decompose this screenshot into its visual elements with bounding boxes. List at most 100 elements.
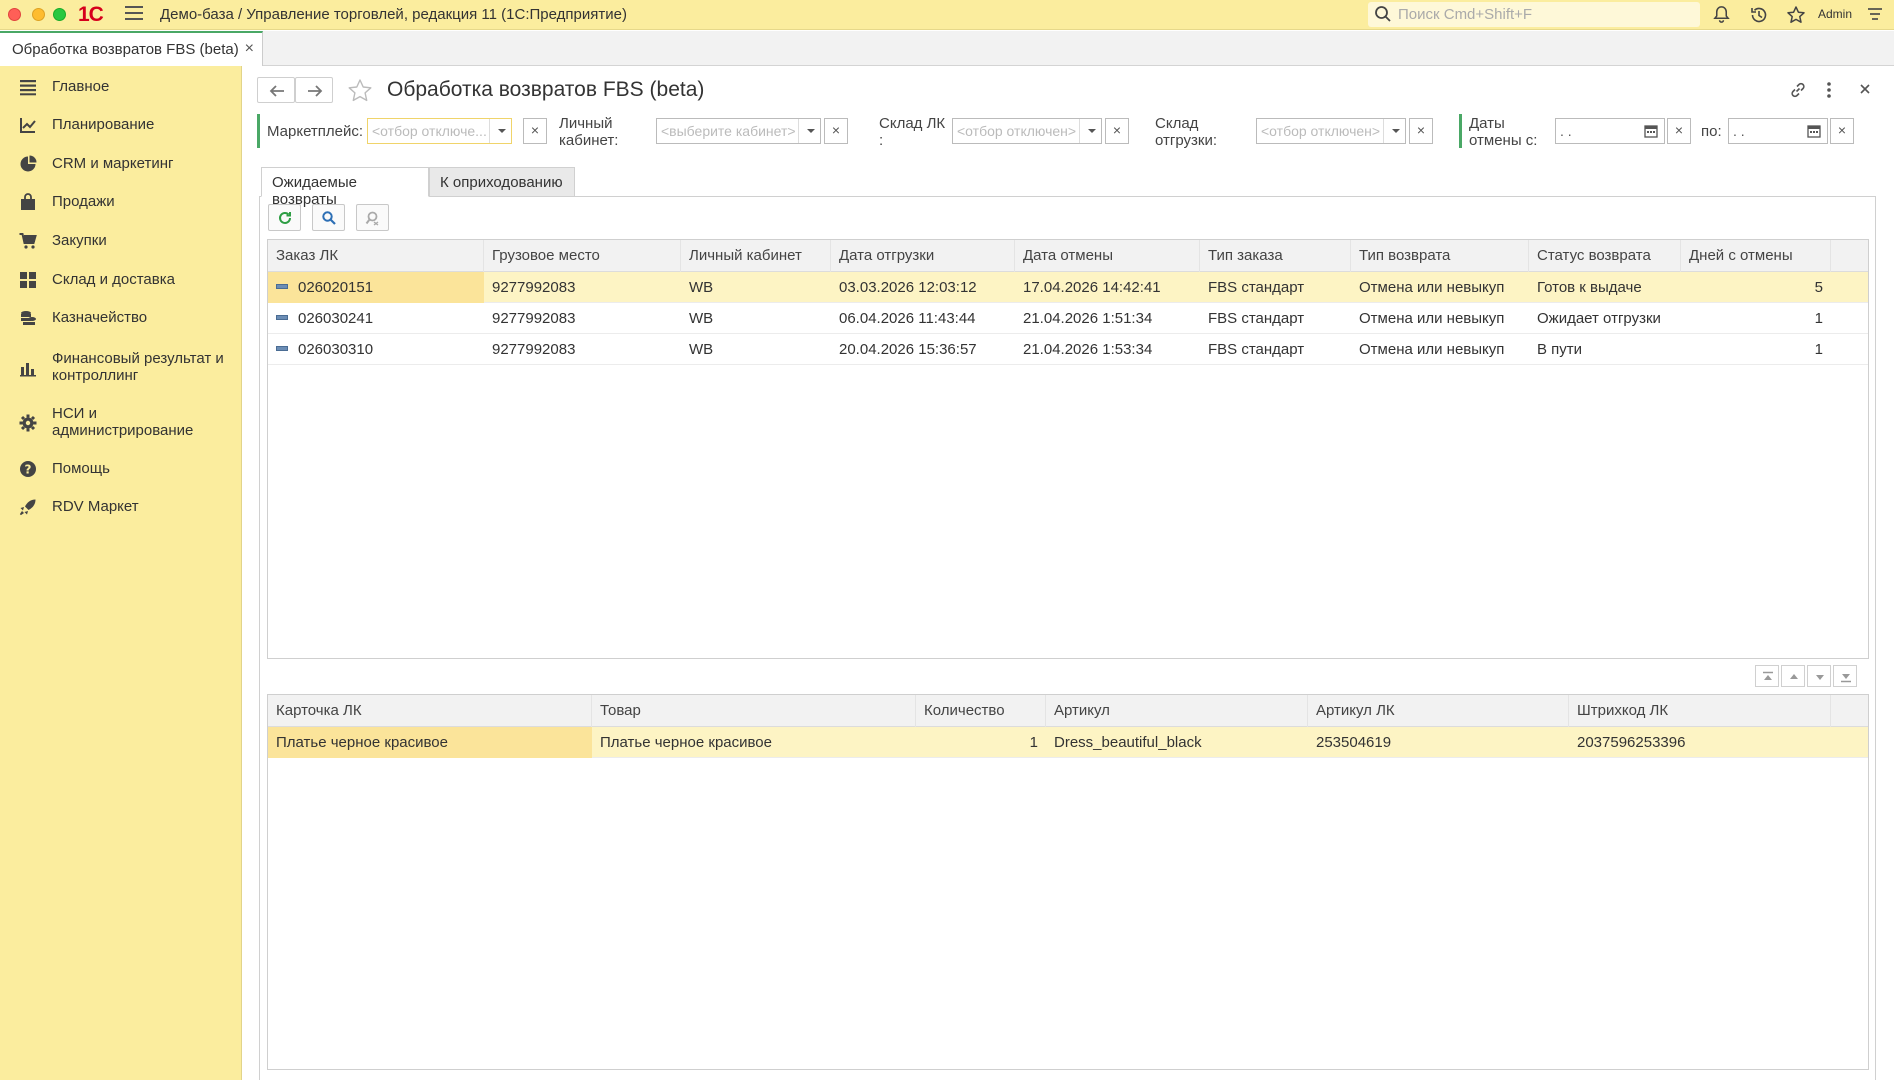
sidebar-item-sales[interactable]: Продажи: [0, 193, 242, 217]
ship-date-cell[interactable]: 06.04.2026 11:43:44: [831, 303, 1015, 334]
chevron-down-icon[interactable]: [489, 119, 511, 143]
sku-lk-cell[interactable]: 253504619: [1308, 727, 1569, 758]
cancel-date-cell[interactable]: 21.04.2026 1:51:34: [1015, 303, 1200, 334]
date-to-input[interactable]: . .: [1728, 118, 1828, 144]
sidebar-item-treasury[interactable]: Казначейство: [0, 309, 242, 333]
date-from-input[interactable]: . .: [1555, 118, 1665, 144]
cabinet-filter-input[interactable]: <выберите кабинет>: [656, 118, 821, 144]
add-to-favorites-star-icon[interactable]: [347, 78, 373, 104]
sidebar-item-admin[interactable]: НСИ и администрирование: [0, 405, 242, 445]
table-row[interactable]: Платье черное красивое Платье черное кра…: [268, 727, 1868, 758]
history-icon[interactable]: [1749, 5, 1769, 25]
column-header[interactable]: Товар: [592, 695, 916, 727]
order-type-cell[interactable]: FBS стандарт: [1200, 334, 1351, 365]
cargo-cell[interactable]: 9277992083: [484, 334, 681, 365]
minimize-window-icon[interactable]: [32, 8, 45, 21]
chevron-down-icon[interactable]: [798, 119, 820, 143]
sidebar-item-help[interactable]: ? Помощь: [0, 460, 242, 484]
close-tab-icon[interactable]: ×: [245, 40, 254, 58]
column-header[interactable]: Дата отгрузки: [831, 240, 1015, 272]
clear-warehouse-ship-button[interactable]: ×: [1409, 118, 1433, 144]
more-actions-icon[interactable]: [1825, 80, 1833, 100]
open-tab-returns[interactable]: Обработка возвратов FBS (beta) ×: [0, 31, 263, 67]
scroll-to-top-button[interactable]: [1755, 665, 1779, 687]
link-icon[interactable]: [1788, 80, 1808, 100]
quantity-cell[interactable]: 1: [916, 727, 1046, 758]
cargo-cell[interactable]: 9277992083: [484, 303, 681, 334]
barcode-cell[interactable]: 2037596253396: [1569, 727, 1831, 758]
sidebar-item-planning[interactable]: Планирование: [0, 116, 242, 140]
cabinet-cell[interactable]: WB: [681, 303, 831, 334]
column-header[interactable]: Количество: [916, 695, 1046, 727]
column-header[interactable]: Статус возврата: [1529, 240, 1681, 272]
cancel-date-cell[interactable]: 21.04.2026 1:53:34: [1015, 334, 1200, 365]
favorites-star-icon[interactable]: [1786, 5, 1806, 25]
column-header[interactable]: Тип заказа: [1200, 240, 1351, 272]
return-type-cell[interactable]: Отмена или невыкуп: [1351, 334, 1529, 365]
calendar-icon[interactable]: [1644, 124, 1658, 138]
sku-cell[interactable]: Dress_beautiful_black: [1046, 727, 1308, 758]
column-header[interactable]: Артикул: [1046, 695, 1308, 727]
ship-date-cell[interactable]: 20.04.2026 15:36:57: [831, 334, 1015, 365]
column-header[interactable]: Карточка ЛК: [268, 695, 592, 727]
scroll-to-bottom-button[interactable]: [1833, 665, 1857, 687]
tab-to-receive[interactable]: К оприходованию: [429, 167, 575, 197]
clear-warehouse-lk-button[interactable]: ×: [1105, 118, 1129, 144]
sidebar-item-purchases[interactable]: Закупки: [0, 232, 242, 256]
sidebar-item-warehouse[interactable]: Склад и доставка: [0, 271, 242, 295]
order-type-cell[interactable]: FBS стандарт: [1200, 303, 1351, 334]
table-row[interactable]: 026030241 9277992083 WB 06.04.2026 11:43…: [268, 303, 1868, 334]
table-row[interactable]: 026030310 9277992083 WB 20.04.2026 15:36…: [268, 334, 1868, 365]
warehouse-ship-filter-input[interactable]: <отбор отключен>: [1256, 118, 1406, 144]
clear-date-from-button[interactable]: ×: [1667, 118, 1691, 144]
app-logo[interactable]: 1С: [78, 3, 104, 27]
find-button[interactable]: [312, 204, 345, 231]
chevron-down-icon[interactable]: [1383, 119, 1405, 143]
cargo-cell[interactable]: 9277992083: [484, 272, 681, 303]
column-header[interactable]: Грузовое место: [484, 240, 681, 272]
column-header[interactable]: Дата отмены: [1015, 240, 1200, 272]
return-status-cell[interactable]: Готов к выдаче: [1529, 272, 1681, 303]
card-cell[interactable]: Платье черное красивое: [268, 727, 592, 758]
return-type-cell[interactable]: Отмена или невыкуп: [1351, 272, 1529, 303]
column-header[interactable]: Дней с отмены: [1681, 240, 1831, 272]
orders-table[interactable]: Заказ ЛК Грузовое место Личный кабинет Д…: [267, 239, 1869, 659]
column-header[interactable]: Штрихкод ЛК: [1569, 695, 1831, 727]
return-status-cell[interactable]: Ожидает отгрузки: [1529, 303, 1681, 334]
clear-marketplace-button[interactable]: ×: [523, 118, 547, 144]
user-name[interactable]: Admin: [1818, 7, 1852, 21]
column-header[interactable]: Личный кабинет: [681, 240, 831, 272]
chevron-down-icon[interactable]: [1079, 119, 1101, 143]
close-form-icon[interactable]: [1858, 82, 1872, 96]
cancel-search-button[interactable]: [356, 204, 389, 231]
order-cell[interactable]: 026030310: [268, 334, 484, 365]
close-window-icon[interactable]: [8, 8, 21, 21]
days-cell[interactable]: 1: [1681, 303, 1831, 334]
product-cell[interactable]: Платье черное красивое: [592, 727, 916, 758]
items-table[interactable]: Карточка ЛК Товар Количество Артикул Арт…: [267, 694, 1869, 1070]
cabinet-cell[interactable]: WB: [681, 334, 831, 365]
scroll-up-button[interactable]: [1781, 665, 1805, 687]
sidebar-item-crm[interactable]: CRM и маркетинг: [0, 155, 242, 179]
sidebar-item-rdv-market[interactable]: RDV Маркет: [0, 498, 242, 522]
column-header[interactable]: Артикул ЛК: [1308, 695, 1569, 727]
clear-date-to-button[interactable]: ×: [1830, 118, 1854, 144]
days-cell[interactable]: 5: [1681, 272, 1831, 303]
global-search[interactable]: Поиск Cmd+Shift+F: [1368, 2, 1700, 27]
column-header[interactable]: Заказ ЛК: [268, 240, 484, 272]
column-header[interactable]: Тип возврата: [1351, 240, 1529, 272]
main-menu-icon[interactable]: [125, 6, 143, 22]
scroll-down-button[interactable]: [1807, 665, 1831, 687]
return-type-cell[interactable]: Отмена или невыкуп: [1351, 303, 1529, 334]
order-type-cell[interactable]: FBS стандарт: [1200, 272, 1351, 303]
cancel-date-cell[interactable]: 17.04.2026 14:42:41: [1015, 272, 1200, 303]
days-cell[interactable]: 1: [1681, 334, 1831, 365]
bell-icon[interactable]: [1712, 5, 1731, 24]
order-cell[interactable]: 026020151: [268, 272, 484, 303]
sidebar-item-main[interactable]: Главное: [0, 78, 242, 102]
return-status-cell[interactable]: В пути: [1529, 334, 1681, 365]
ship-date-cell[interactable]: 03.03.2026 12:03:12: [831, 272, 1015, 303]
marketplace-filter-input[interactable]: <отбор отключе...: [367, 118, 512, 144]
clear-cabinet-button[interactable]: ×: [824, 118, 848, 144]
forward-button[interactable]: [295, 77, 333, 103]
